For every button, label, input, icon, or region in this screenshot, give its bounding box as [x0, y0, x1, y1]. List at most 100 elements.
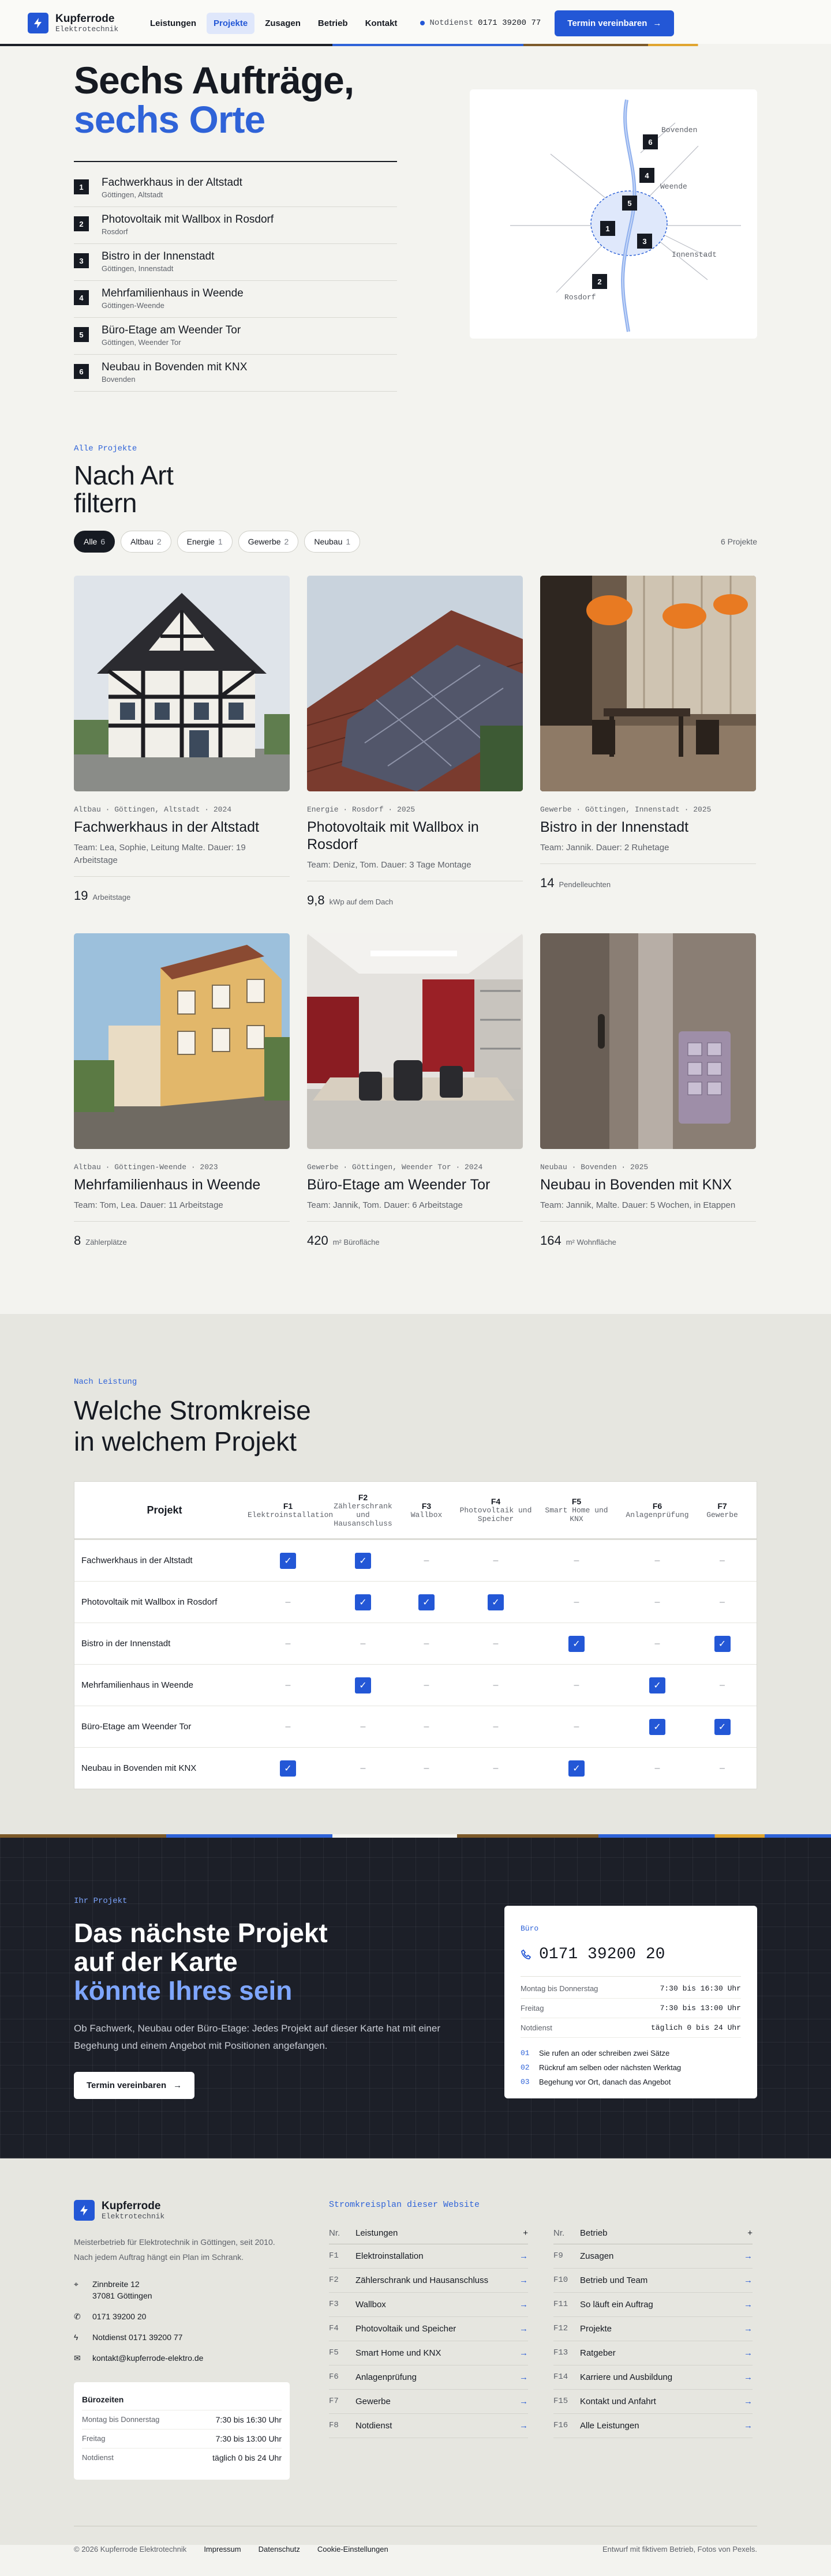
map-marker-5[interactable]: 5: [622, 196, 637, 211]
arrow-right-icon: →: [519, 2372, 528, 2382]
matrix-cell: –: [248, 1639, 328, 1649]
project-meta: Neubau · Bovenden · 2025: [540, 1163, 649, 1171]
sitemap-link[interactable]: F14 Karriere und Ausbildung →: [553, 2365, 753, 2390]
brand-logo[interactable]: Kupferrode Elektrotechnik: [28, 13, 143, 33]
footer-emergency[interactable]: ϟ Notdienst 0171 39200 77: [74, 2327, 290, 2348]
link-key: F14: [553, 2372, 568, 2382]
footer-bottom-bar: © 2026 Kupferrode Elektrotechnik Impress…: [74, 2526, 757, 2554]
matrix-cell: ✓: [248, 1552, 328, 1569]
sitemap-link[interactable]: F3 Wallbox →: [329, 2293, 528, 2317]
project-card[interactable]: Gewerbe · Göttingen, Weender Tor · 2024 …: [307, 933, 523, 1248]
step-text: Rückruf am selben oder nächsten Werktag: [539, 2063, 682, 2072]
project-title: Fachwerkhaus in der Altstadt: [102, 177, 242, 189]
nav-kontakt[interactable]: Kontakt: [358, 13, 405, 34]
arrow-right-icon: →: [519, 2397, 528, 2406]
sitemap-link[interactable]: F1 Elektroinstallation →: [329, 2244, 528, 2269]
hours-time: 7:30 bis 16:30 Uhr: [215, 2415, 282, 2424]
appointment-button[interactable]: Termin vereinbaren →: [555, 10, 675, 36]
project-card[interactable]: Energie · Rosdorf · 2025 Photovoltaik mi…: [307, 576, 523, 908]
empty-dash: –: [493, 1721, 499, 1732]
project-list-item[interactable]: 5 Büro-Etage am Weender Tor Göttingen, Wee…: [74, 318, 397, 355]
step-text: Begehung vor Ort, danach das Angebot: [539, 2078, 671, 2086]
sitemap-column-leistungen: Nr. Leistungen + F1 Elektroinstallation → F2 Z…: [329, 2222, 528, 2438]
footer-email[interactable]: ✉ kontakt@kupferrode-elektro.de: [74, 2348, 290, 2368]
footer-email-address: kontakt@kupferrode-elektro.de: [92, 2353, 204, 2363]
link-impressum[interactable]: Impressum: [204, 2545, 241, 2554]
map-marker-6[interactable]: 6: [643, 134, 658, 149]
step-number: 01: [521, 2049, 530, 2057]
check-icon: ✓: [649, 1718, 665, 1735]
map-marker-4[interactable]: 4: [639, 168, 654, 183]
kpi-value: 19: [74, 888, 88, 903]
nav-leistungen[interactable]: Leistungen: [143, 13, 203, 34]
chip-count: 1: [218, 537, 223, 546]
footer-phone[interactable]: ✆ 0171 39200 20: [74, 2306, 290, 2327]
project-card[interactable]: Gewerbe · Göttingen, Innenstadt · 2025 B…: [540, 576, 756, 908]
project-list-item[interactable]: 1 Fachwerkhaus in der Altstadt Göttingen, …: [74, 170, 397, 207]
filter-chip-energie[interactable]: Energie 1: [177, 531, 233, 553]
project-card[interactable]: Neubau · Bovenden · 2025 Neubau in Boven…: [540, 933, 756, 1248]
filter-chip-alle[interactable]: Alle 6: [74, 531, 115, 553]
sitemap-link[interactable]: F13 Ratgeber →: [553, 2341, 753, 2365]
project-list-item[interactable]: 4 Mehrfamilienhaus in Weende Göttingen-Wee…: [74, 281, 397, 318]
column-header-f7: F7 Gewerbe: [698, 1501, 747, 1519]
sitemap-link[interactable]: F11 So läuft ein Auftrag →: [553, 2293, 753, 2317]
sitemap-link[interactable]: F7 Gewerbe →: [329, 2390, 528, 2414]
office-phone[interactable]: 0171 39200 20: [521, 1946, 741, 1963]
empty-dash: –: [574, 1680, 579, 1690]
link-datenschutz[interactable]: Datenschutz: [259, 2545, 300, 2554]
footer-brand-logo[interactable]: Kupferrode Elektrotechnik: [74, 2200, 189, 2221]
chip-label: Altbau: [130, 537, 154, 546]
matrix-cell: –: [698, 1597, 747, 1608]
map-marker-1[interactable]: 1: [600, 221, 615, 236]
project-photo-bistro: [540, 576, 756, 791]
sitemap-link[interactable]: F10 Betrieb und Team →: [553, 2269, 753, 2293]
sitemap-link[interactable]: F8 Notdienst →: [329, 2414, 528, 2438]
cta-color-stripe: [0, 1834, 831, 1838]
hero-title-line-2: sechs Orte: [74, 98, 265, 141]
project-card[interactable]: Altbau · Göttingen, Altstadt · 2024 Fach…: [74, 576, 290, 908]
cta-appointment-button[interactable]: Termin vereinbaren →: [74, 2072, 195, 2099]
empty-dash: –: [720, 1680, 725, 1690]
kpi-unit: m² Bürofläche: [332, 1238, 380, 1246]
empty-dash: –: [654, 1763, 660, 1773]
filter-chip-neubau[interactable]: Neubau 1: [304, 531, 361, 553]
hero-title-line-1: Sechs Aufträge,: [74, 59, 354, 102]
sitemap-link[interactable]: F16 Alle Leistungen →: [553, 2414, 753, 2438]
filter-chip-gewerbe[interactable]: Gewerbe 2: [238, 531, 299, 553]
check-icon: ✓: [280, 1760, 296, 1777]
map-marker-3[interactable]: 3: [637, 234, 652, 249]
sitemap-link[interactable]: F9 Zusagen →: [553, 2244, 753, 2269]
arrow-right-icon: →: [744, 2300, 753, 2310]
sitemap-link[interactable]: F4 Photovoltaik und Speicher →: [329, 2317, 528, 2341]
sitemap-link[interactable]: F5 Smart Home und KNX →: [329, 2341, 528, 2365]
sitemap-column-betrieb: Nr. Betrieb + F9 Zusagen → F10 Betrieb und Tea…: [553, 2222, 753, 2438]
nav-betrieb[interactable]: Betrieb: [311, 13, 355, 34]
sitemap-link[interactable]: F12 Projekte →: [553, 2317, 753, 2341]
sitemap-link[interactable]: F15 Kontakt und Anfahrt →: [553, 2390, 753, 2414]
sitemap-link[interactable]: F6 Anlagenprüfung →: [329, 2365, 528, 2390]
link-key: F10: [553, 2275, 568, 2285]
project-card[interactable]: Altbau · Göttingen-Weende · 2023 Mehrfam…: [74, 933, 290, 1248]
project-list-item[interactable]: 2 Photovoltaik mit Wallbox in Rosdorf Rosd…: [74, 207, 397, 244]
project-list-item[interactable]: 3 Bistro in der Innenstadt Göttingen, Inne…: [74, 244, 397, 281]
nav-zusagen[interactable]: Zusagen: [258, 13, 308, 34]
project-title: Neubau in Bovenden mit KNX: [540, 1177, 732, 1193]
column-label: Smart Home und KNX: [545, 1506, 608, 1523]
project-meta: Altbau · Göttingen, Altstadt · 2024: [74, 805, 232, 814]
nav-projekte[interactable]: Projekte: [207, 12, 255, 34]
project-team: Team: Tom, Lea. Dauer: 11 Arbeitstage: [74, 1200, 223, 1210]
location-pin-icon: ⌖: [74, 2280, 78, 2289]
footer-emergency-number: Notdienst 0171 39200 77: [92, 2333, 183, 2342]
link-cookie-settings[interactable]: Cookie-Einstellungen: [317, 2545, 388, 2554]
project-number: 2: [74, 216, 89, 231]
office-hours-title: Bürozeiten: [82, 2395, 124, 2404]
project-list-item[interactable]: 6 Neubau in Bovenden mit KNX Bovenden: [74, 355, 397, 392]
project-title: Mehrfamilienhaus in Weende: [74, 1177, 261, 1193]
empty-dash: –: [285, 1721, 291, 1732]
map-marker-2[interactable]: 2: [592, 274, 607, 289]
column-label: Gewerbe: [706, 1510, 738, 1519]
filter-chip-altbau[interactable]: Altbau 2: [121, 531, 171, 553]
emergency-phone[interactable]: Notdienst 0171 39200 77: [420, 18, 541, 28]
sitemap-link[interactable]: F2 Zählerschrank und Hausanschluss →: [329, 2269, 528, 2293]
